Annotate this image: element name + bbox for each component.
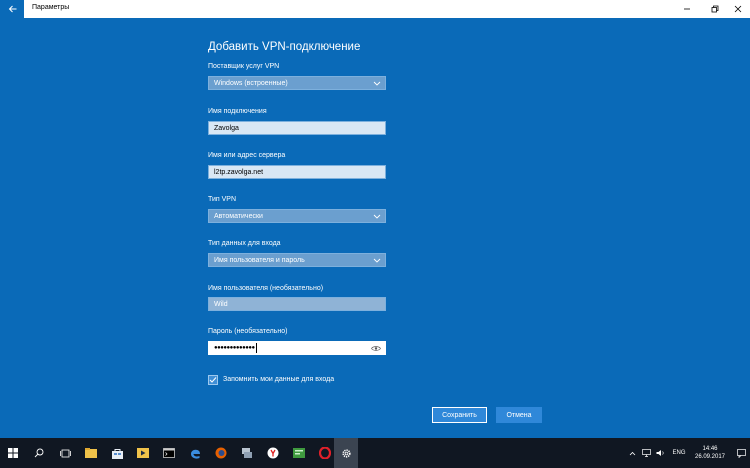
search-button[interactable] <box>26 438 52 468</box>
vpn-type-select[interactable]: Автоматически <box>208 209 386 223</box>
language-indicator[interactable]: ENG <box>668 438 690 468</box>
chevron-down-icon <box>373 214 381 219</box>
connection-name-label: Имя подключения <box>208 108 267 115</box>
server-label: Имя или адрес сервера <box>208 152 286 159</box>
taskbar-media-player[interactable] <box>130 438 156 468</box>
chevron-down-icon <box>373 258 381 263</box>
start-icon <box>8 448 18 458</box>
start-button[interactable] <box>0 438 26 468</box>
remember-checkbox[interactable] <box>208 375 218 385</box>
task-view-icon <box>59 449 71 457</box>
speaker-icon <box>656 450 664 456</box>
action-center-button[interactable] <box>734 438 748 468</box>
provider-select[interactable]: Windows (встроенные) <box>208 76 386 90</box>
checkmark-icon <box>209 377 217 383</box>
eye-icon[interactable] <box>371 345 381 352</box>
window-title: Параметры <box>32 4 70 11</box>
terminal-icon <box>293 448 305 458</box>
close-button[interactable] <box>726 0 750 18</box>
clock-time: 14:46 <box>702 446 718 452</box>
search-icon <box>34 448 44 458</box>
clock-date: 26.09.2017 <box>694 454 726 460</box>
sign-in-type-value: Имя пользователя и пароль <box>214 256 305 264</box>
notification-icon <box>736 448 746 458</box>
minimize-button[interactable] <box>672 0 702 18</box>
store-icon <box>111 448 123 459</box>
save-button[interactable]: Сохранить <box>432 407 487 423</box>
text-cursor <box>255 343 257 353</box>
back-button[interactable] <box>0 0 24 18</box>
command-prompt-icon <box>163 448 175 458</box>
vpn-type-value: Автоматически <box>214 212 263 220</box>
taskbar-settings[interactable] <box>334 438 358 468</box>
clock[interactable]: 14:46 26.09.2017 <box>690 445 730 461</box>
password-value: ●●●●●●●●●●●●● <box>214 345 255 351</box>
username-field[interactable]: Wild <box>208 297 386 311</box>
taskbar-yandex-browser[interactable] <box>260 438 286 468</box>
close-icon <box>734 5 742 13</box>
username-label: Имя пользователя (необязательно) <box>208 285 324 292</box>
tray-chevron[interactable] <box>626 438 638 468</box>
arrow-left-icon <box>8 5 16 13</box>
taskbar-terminal[interactable] <box>286 438 312 468</box>
taskbar-file-explorer[interactable] <box>78 438 104 468</box>
username-value: Wild <box>214 300 228 308</box>
server-field[interactable]: l2tp.zavolga.net <box>208 165 386 179</box>
taskbar-firefox[interactable] <box>208 438 234 468</box>
connection-name-value: Zavolga <box>214 124 239 132</box>
firefox-icon <box>215 447 227 459</box>
connection-name-field[interactable]: Zavolga <box>208 121 386 135</box>
taskbar-store[interactable] <box>104 438 130 468</box>
settings-icon <box>341 448 351 458</box>
sign-in-type-label: Тип данных для входа <box>208 240 281 247</box>
cancel-button[interactable]: Отмена <box>496 407 542 423</box>
taskbar-network-app[interactable] <box>234 438 260 468</box>
task-view-button[interactable] <box>52 438 78 468</box>
sign-in-type-select[interactable]: Имя пользователя и пароль <box>208 253 386 267</box>
password-field[interactable]: ●●●●●●●●●●●●● <box>208 341 386 355</box>
remember-label[interactable]: Запомнить мои данные для входа <box>223 376 334 383</box>
opera-icon <box>319 447 331 459</box>
provider-value: Windows (встроенные) <box>214 79 288 87</box>
media-player-icon <box>137 448 149 458</box>
edge-icon <box>190 449 200 459</box>
window-titlebar: Параметры <box>0 0 750 18</box>
network-app-icon <box>242 447 252 458</box>
file-explorer-icon <box>85 448 97 458</box>
minimize-icon <box>684 8 690 10</box>
chevron-up-icon <box>629 451 635 455</box>
taskbar: ENG 14:46 26.09.2017 <box>0 438 750 468</box>
tray-network[interactable] <box>640 438 652 468</box>
tray-volume[interactable] <box>654 438 666 468</box>
vpn-type-label: Тип VPN <box>208 196 237 203</box>
password-label: Пароль (необязательно) <box>208 328 288 335</box>
chevron-down-icon <box>373 81 381 86</box>
network-icon <box>641 449 651 457</box>
page-title: Добавить VPN-подключение <box>208 41 361 53</box>
server-value: l2tp.zavolga.net <box>214 168 264 176</box>
provider-label: Поставщик услуг VPN <box>208 63 280 70</box>
taskbar-command-prompt[interactable] <box>156 438 182 468</box>
taskbar-edge[interactable] <box>182 438 208 468</box>
restore-icon <box>711 5 719 13</box>
yandex-browser-icon <box>267 447 279 459</box>
